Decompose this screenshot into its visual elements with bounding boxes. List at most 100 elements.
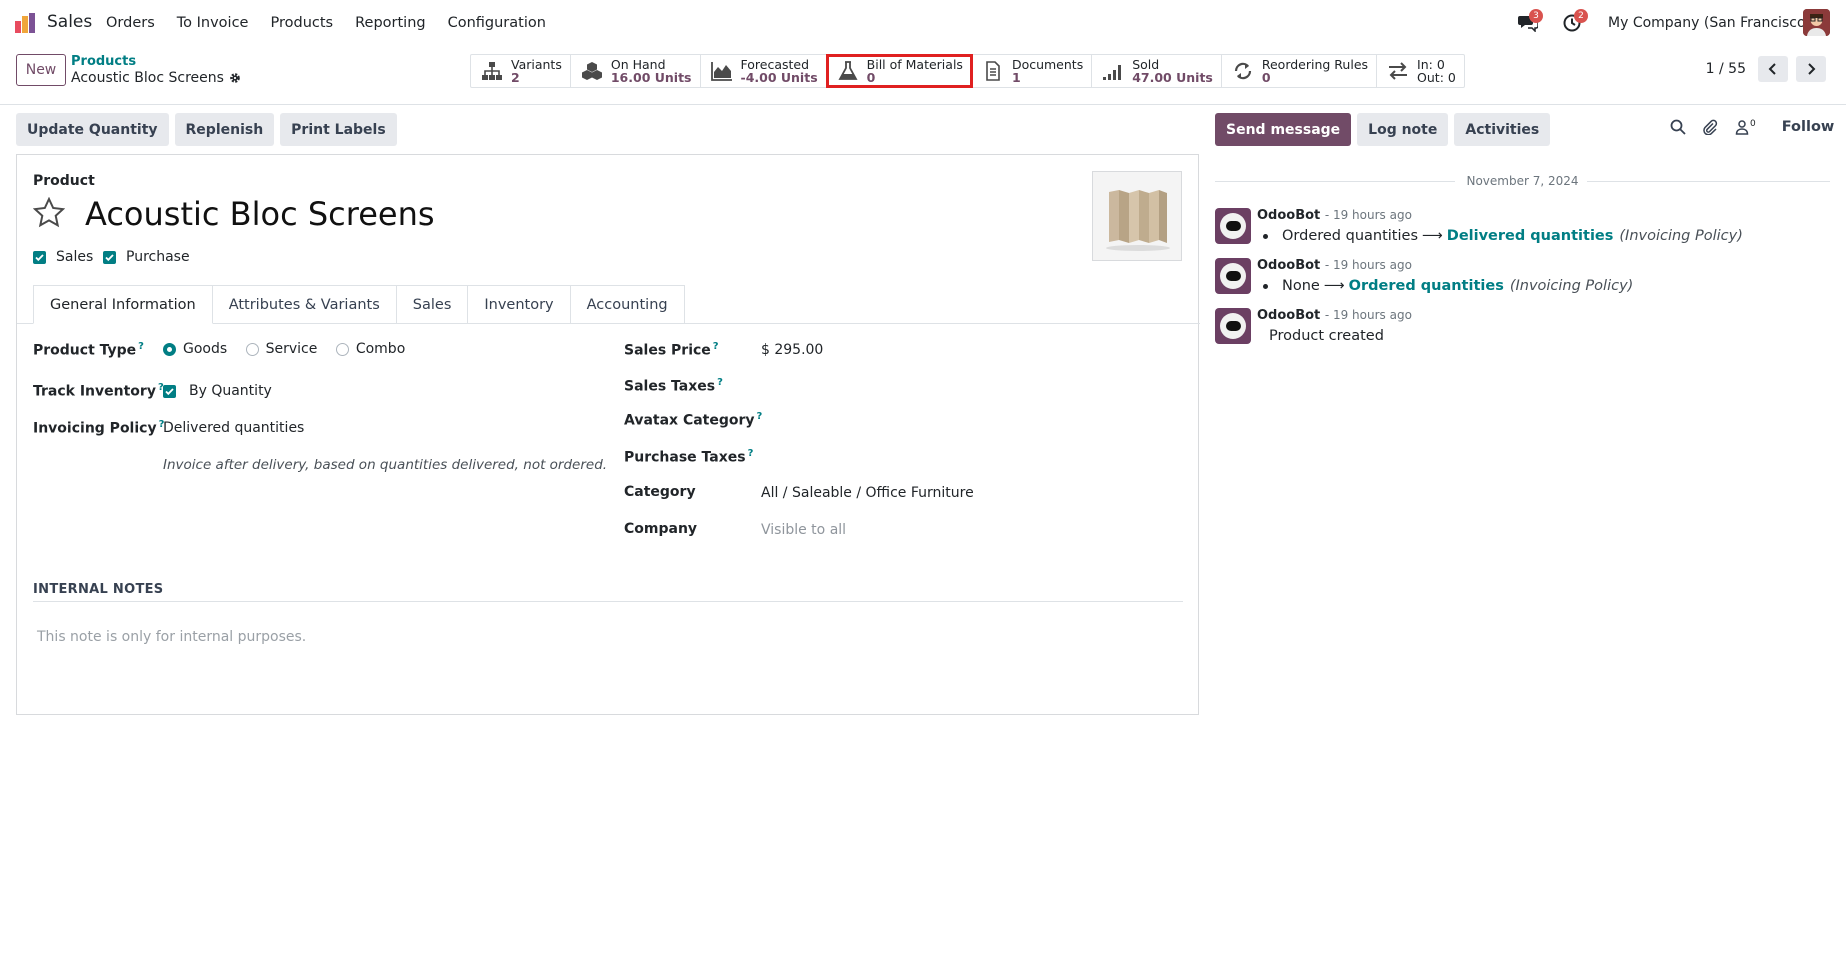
- can-be-sold-checkbox[interactable]: Sales: [33, 249, 93, 265]
- help-icon[interactable]: ?: [713, 341, 719, 352]
- product-name[interactable]: Acoustic Bloc Screens: [85, 195, 435, 233]
- tab-general-information[interactable]: General Information: [33, 285, 213, 324]
- signal-icon: [1103, 65, 1122, 80]
- date-separator-line-right: [1587, 181, 1830, 182]
- out-count: Out: 0: [1417, 70, 1456, 85]
- tracking-old-value: Ordered quantities: [1282, 228, 1418, 244]
- internal-notes-editor[interactable]: This note is only for internal purposes.: [37, 629, 306, 645]
- forecasted-button[interactable]: Forecasted -4.00 Units: [701, 55, 827, 87]
- documents-button[interactable]: Documents 1: [972, 55, 1093, 87]
- tracking-field-name: (Invoicing Policy): [1509, 278, 1634, 294]
- track-inventory-label: Track Inventory?: [33, 382, 164, 400]
- on-hand-button[interactable]: On Hand 16.00 Units: [571, 55, 701, 87]
- product-type-goods[interactable]: Goods: [163, 341, 227, 357]
- bill-of-materials-value: 0: [866, 70, 876, 85]
- tab-accounting[interactable]: Accounting: [570, 285, 685, 324]
- bullet: [1263, 233, 1268, 239]
- gear-icon[interactable]: [229, 72, 241, 84]
- send-message-button[interactable]: Send message: [1215, 113, 1352, 146]
- sales-price-input[interactable]: $ 295.00: [761, 342, 823, 358]
- internal-notes-divider: [33, 601, 1183, 602]
- paperclip-icon[interactable]: [1702, 119, 1718, 135]
- app-name[interactable]: Sales: [47, 12, 92, 32]
- date-separator: November 7, 2024: [1215, 172, 1830, 192]
- menu-orders[interactable]: Orders: [106, 15, 155, 31]
- in-out-button[interactable]: In: 0 Out: 0: [1377, 55, 1464, 87]
- followers-button[interactable]: 0: [1734, 119, 1756, 135]
- purchase-taxes-input[interactable]: [761, 448, 1161, 468]
- menu-reporting[interactable]: Reporting: [355, 15, 426, 31]
- menu-to-invoice[interactable]: To Invoice: [177, 15, 249, 31]
- form-tabs: General Information Attributes & Variant…: [33, 285, 685, 324]
- sales-taxes-input[interactable]: [761, 377, 1161, 397]
- tab-sales[interactable]: Sales: [396, 285, 469, 324]
- menu-configuration[interactable]: Configuration: [448, 15, 546, 31]
- product-image[interactable]: [1092, 171, 1182, 261]
- sales-checkbox[interactable]: [33, 250, 46, 264]
- message-author[interactable]: OdooBot: [1257, 208, 1320, 223]
- favorite-star-icon[interactable]: [33, 197, 65, 229]
- search-icon[interactable]: [1670, 119, 1686, 135]
- purchase-taxes-label: Purchase Taxes?: [624, 448, 753, 466]
- help-icon[interactable]: ?: [717, 377, 723, 388]
- track-inventory-value[interactable]: By Quantity: [189, 383, 272, 399]
- activities-button[interactable]: Activities: [1454, 113, 1551, 146]
- track-inventory-checkbox[interactable]: [163, 384, 176, 398]
- avatax-category-label: Avatax Category?: [624, 411, 762, 429]
- message-date: - 19 hours ago: [1324, 208, 1412, 222]
- sales-app-icon[interactable]: [15, 13, 37, 33]
- variants-button[interactable]: Variants 2: [471, 55, 571, 87]
- update-quantity-button[interactable]: Update Quantity: [16, 113, 169, 146]
- odoobot-avatar[interactable]: [1215, 308, 1251, 344]
- reordering-rules-button[interactable]: Reordering Rules 0: [1222, 55, 1378, 87]
- product-type-combo[interactable]: Combo: [335, 341, 406, 357]
- help-icon[interactable]: ?: [138, 341, 144, 352]
- purchase-checkbox[interactable]: [103, 250, 116, 264]
- tab-attributes-variants[interactable]: Attributes & Variants: [212, 285, 397, 324]
- menu-products[interactable]: Products: [270, 15, 333, 31]
- invoicing-policy-label-text: Invoicing Policy: [33, 420, 157, 437]
- message-author[interactable]: OdooBot: [1257, 308, 1320, 323]
- user-avatar-icon: [1803, 9, 1830, 36]
- follow-button[interactable]: Follow: [1782, 119, 1835, 135]
- new-button[interactable]: New: [16, 54, 66, 86]
- pager-next-button[interactable]: [1796, 56, 1826, 82]
- pager-value[interactable]: 1 / 55: [1706, 61, 1746, 77]
- company-input[interactable]: Visible to all: [761, 522, 846, 538]
- invoicing-policy-select[interactable]: Delivered quantities: [163, 420, 304, 436]
- sold-button[interactable]: Sold 47.00 Units: [1092, 55, 1222, 87]
- avatax-category-input[interactable]: [761, 411, 1161, 431]
- can-be-purchased-checkbox[interactable]: Purchase: [103, 249, 190, 265]
- tab-inventory[interactable]: Inventory: [468, 285, 571, 324]
- smart-buttons: Variants 2 On Hand 16.00 Units Forecasted -…: [470, 54, 1465, 88]
- bill-of-materials-button[interactable]: Bill of Materials 0: [825, 54, 973, 88]
- odoobot-icon: [1220, 263, 1246, 289]
- pager-previous-button[interactable]: [1758, 56, 1788, 82]
- category-input[interactable]: All / Saleable / Office Furniture: [761, 485, 974, 501]
- tracking-field-name: (Invoicing Policy): [1619, 228, 1743, 244]
- odoobot-avatar[interactable]: [1215, 208, 1251, 244]
- product-type-radio-group: Goods Service Combo: [163, 341, 419, 360]
- messages-systray[interactable]: 3: [1518, 9, 1543, 33]
- print-labels-button[interactable]: Print Labels: [280, 113, 397, 146]
- replenish-button[interactable]: Replenish: [174, 113, 275, 146]
- help-icon[interactable]: ?: [748, 448, 754, 459]
- odoobot-avatar[interactable]: [1215, 258, 1251, 294]
- user-avatar[interactable]: [1803, 9, 1830, 36]
- tracking-value: Ordered quantities ⟶ Delivered quantities (…: [1263, 228, 1743, 244]
- log-note-button[interactable]: Log note: [1357, 113, 1449, 146]
- exchange-icon: [1389, 62, 1408, 80]
- company-switcher[interactable]: My Company (San Francisco): [1608, 15, 1811, 31]
- sales-price-label-text: Sales Price: [624, 342, 711, 359]
- product-type-label: Product Type?: [33, 341, 144, 359]
- product-type-service[interactable]: Service: [245, 341, 317, 357]
- invoicing-policy-hint: Invoice after delivery, based on quantit…: [163, 457, 608, 473]
- sales-price-label: Sales Price?: [624, 341, 719, 359]
- breadcrumb-products[interactable]: Products: [71, 54, 136, 69]
- avatax-category-label-text: Avatax Category: [624, 412, 755, 429]
- forecasted-value: -4.00 Units: [740, 70, 818, 85]
- message-author[interactable]: OdooBot: [1257, 258, 1320, 273]
- activities-systray[interactable]: 2: [1563, 9, 1588, 32]
- combo-label: Combo: [355, 341, 406, 357]
- radio-selected: [163, 342, 176, 356]
